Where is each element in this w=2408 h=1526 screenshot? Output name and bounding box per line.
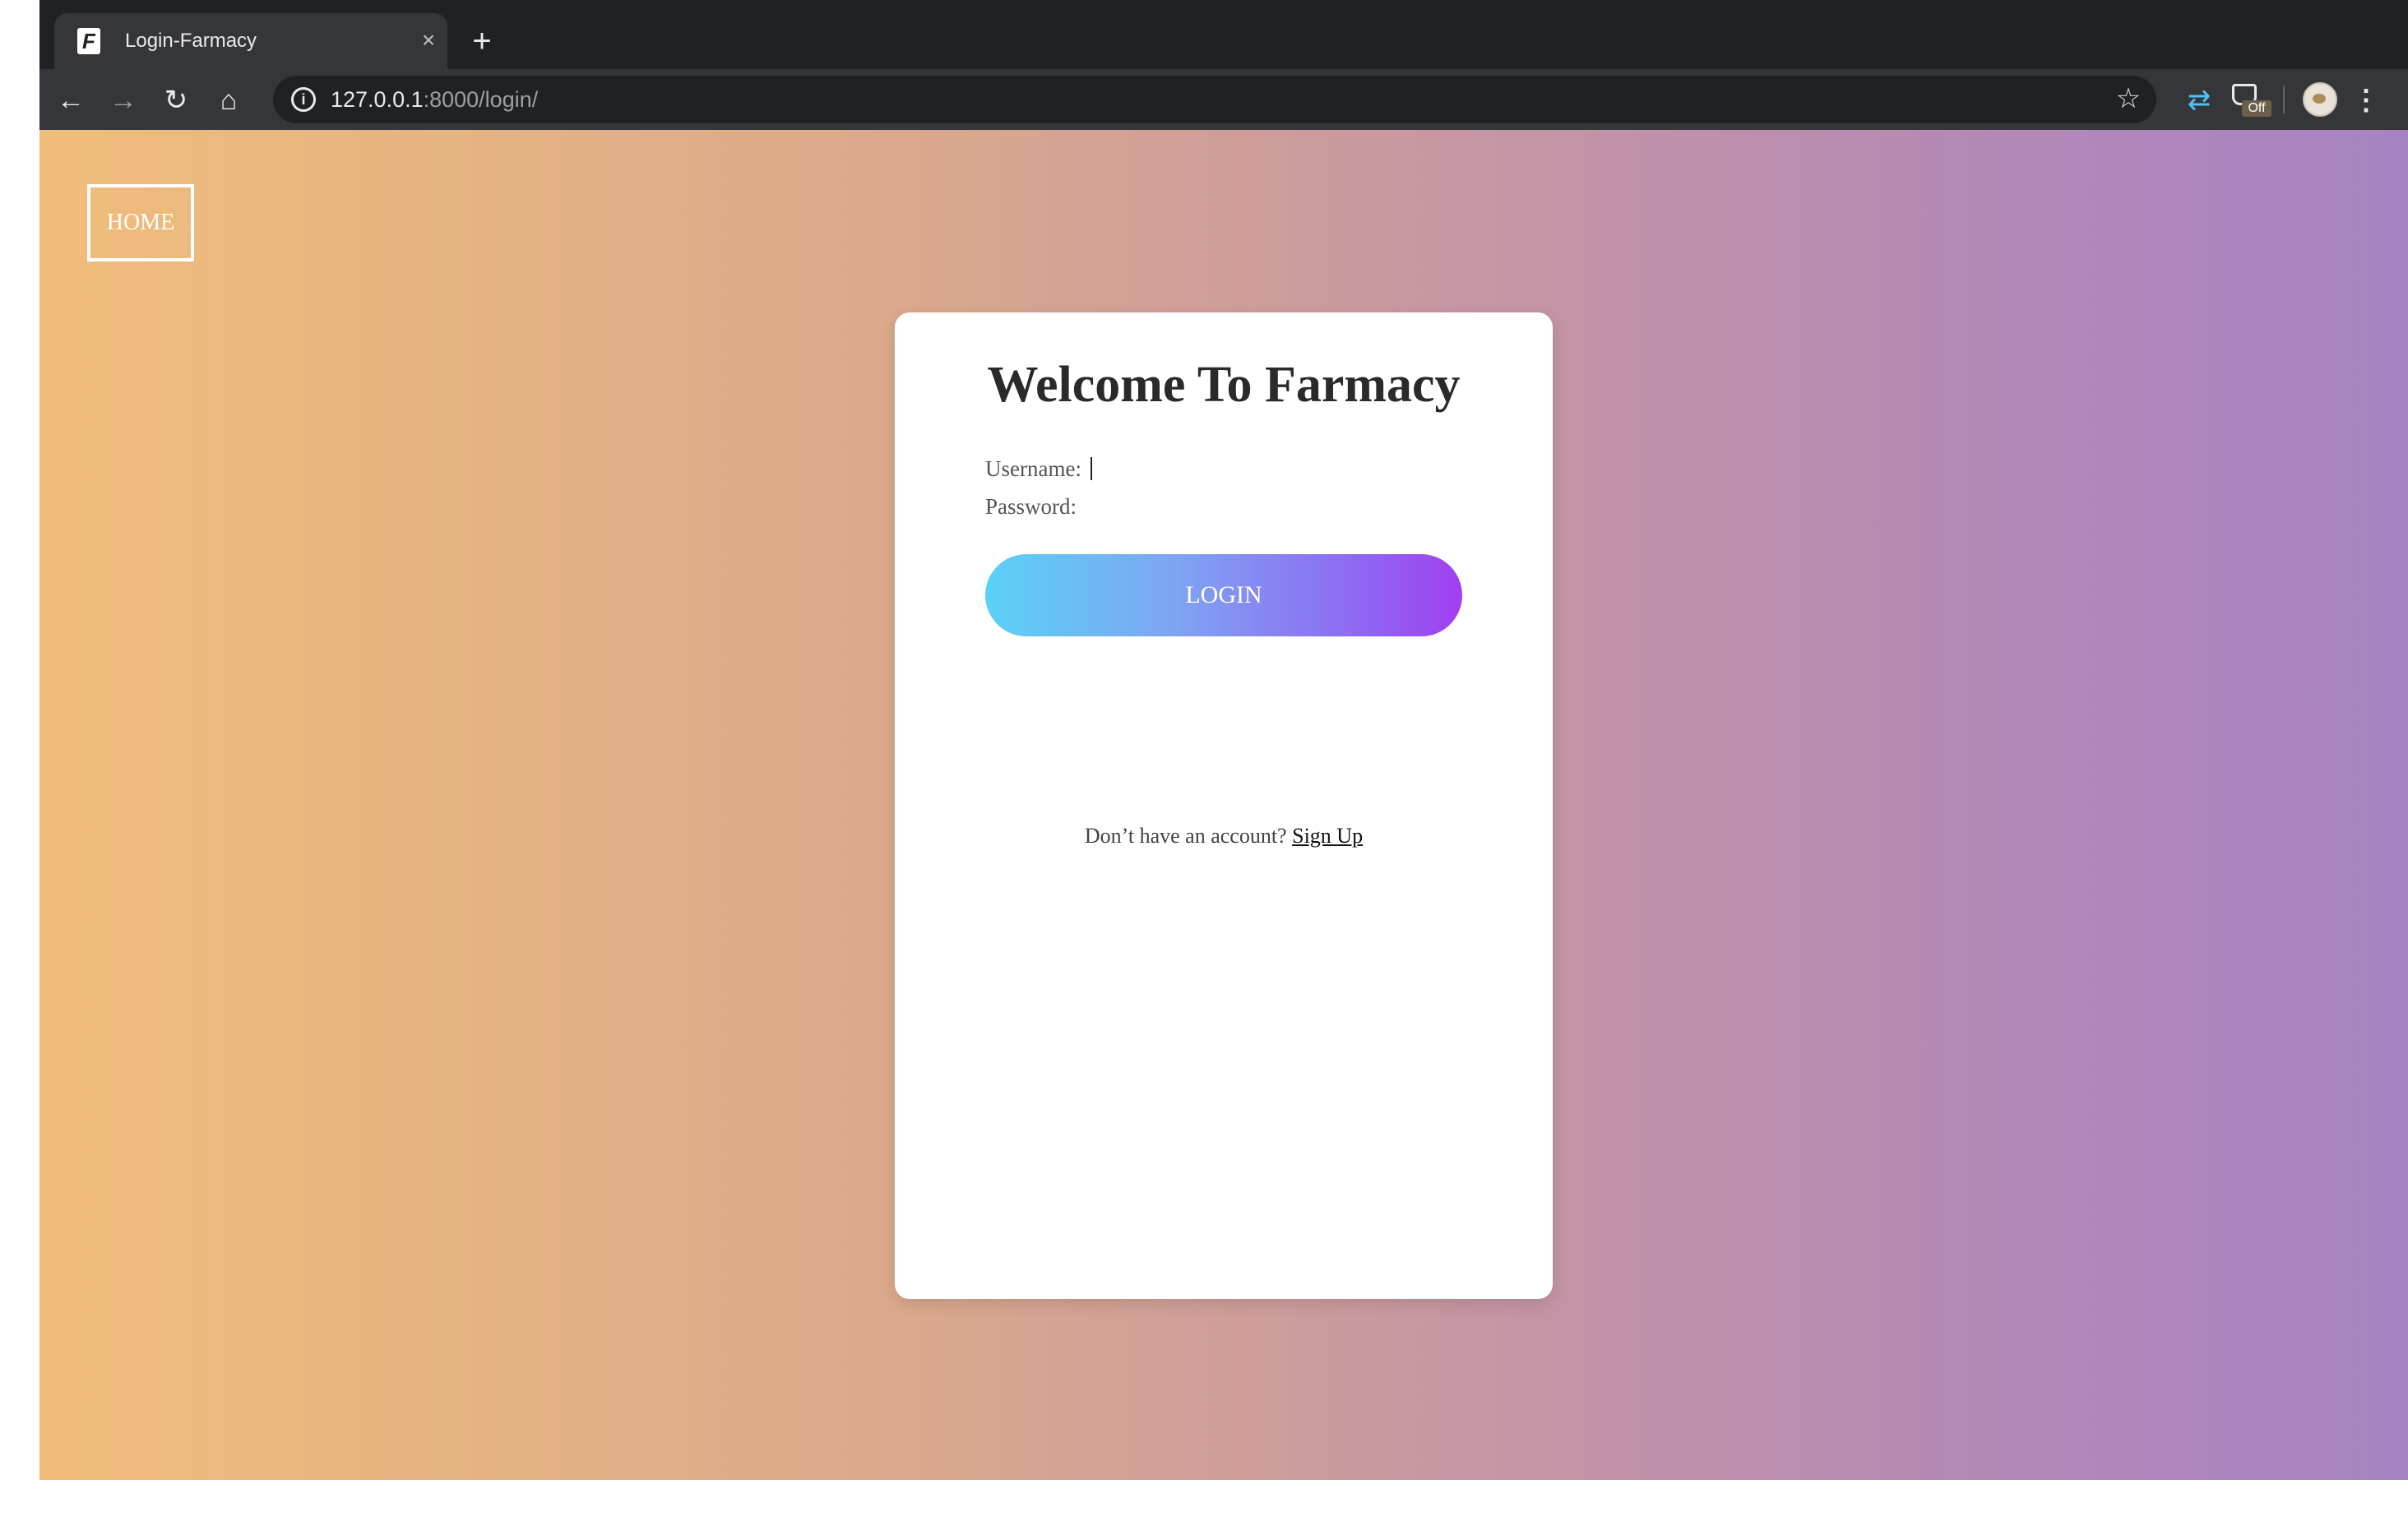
username-input[interactable] [1086, 457, 1332, 482]
sync-extension-icon[interactable]: ⇄ [2183, 84, 2216, 117]
password-label: Password: [985, 494, 1077, 519]
home-button[interactable]: HOME [87, 184, 194, 261]
password-row: Password: [985, 490, 1329, 523]
url-path: :8000/login/ [423, 87, 539, 112]
text-caret [1091, 457, 1092, 480]
page-viewport: HOME Welcome To Farmacy Username: Passwo… [39, 130, 2408, 1480]
new-tab-button[interactable]: + [465, 25, 498, 58]
signup-link[interactable]: Sign Up [1292, 824, 1363, 848]
password-input[interactable] [1082, 495, 1329, 520]
extension-off-icon[interactable]: Off [2229, 81, 2271, 120]
username-row: Username: [985, 452, 1332, 485]
favicon-icon: F [77, 28, 100, 54]
profile-avatar[interactable] [2303, 82, 2337, 117]
back-arrow-icon[interactable]: ← [53, 82, 89, 118]
url-host: 127.0.0.1 [331, 87, 424, 112]
reload-icon[interactable]: ↻ [158, 82, 194, 118]
login-button[interactable]: LOGIN [985, 554, 1462, 636]
kebab-menu-icon[interactable]: ⋮ [2352, 82, 2380, 118]
extension-badge: Off [2242, 100, 2271, 117]
bookmark-star-icon[interactable]: ☆ [2112, 82, 2145, 115]
browser-toolbar: ← → ↻ ⌂ i 127.0.0.1:8000/login/ ☆ ⇄ Off … [39, 69, 2408, 130]
username-label: Username: [985, 456, 1081, 481]
tab-title: Login-Farmacy [125, 30, 257, 52]
info-icon[interactable]: i [291, 87, 316, 112]
home-icon[interactable]: ⌂ [211, 82, 247, 118]
signup-prompt-row: Don’t have an account? Sign Up [895, 822, 1553, 850]
tab-strip: F Login-Farmacy × + [39, 0, 2408, 69]
close-tab-icon[interactable]: × [416, 28, 441, 53]
forward-arrow-icon[interactable]: → [105, 82, 141, 118]
url-text: 127.0.0.1:8000/login/ [331, 87, 538, 112]
signup-prompt: Don’t have an account? [1084, 824, 1287, 848]
toolbar-divider [2283, 86, 2285, 113]
address-bar[interactable]: i 127.0.0.1:8000/login/ ☆ [273, 76, 2156, 123]
browser-tab[interactable]: F Login-Farmacy × [54, 13, 447, 69]
page-title: Welcome To Farmacy [987, 357, 1461, 413]
login-card: Welcome To Farmacy Username: Password: L… [895, 312, 1553, 1299]
